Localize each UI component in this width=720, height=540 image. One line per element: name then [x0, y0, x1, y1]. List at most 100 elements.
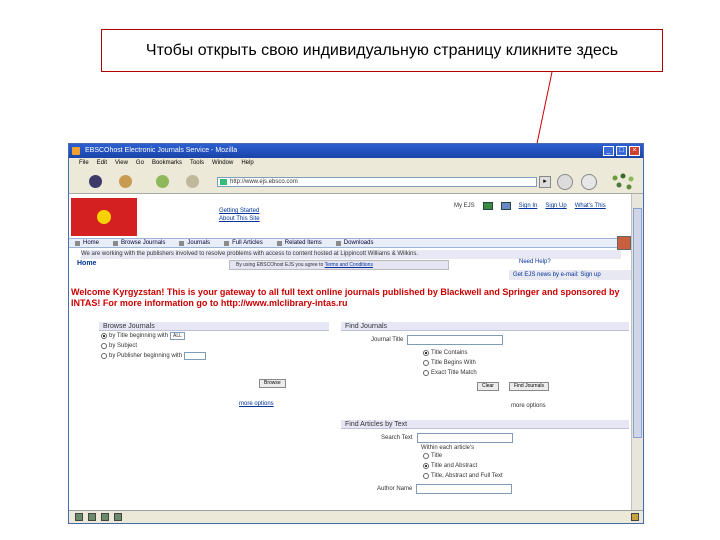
about-site-link[interactable]: About This Site	[219, 215, 260, 223]
chat-icon[interactable]	[101, 513, 109, 521]
browse-by-subject-label: by Subject	[109, 343, 138, 349]
my-ejs-label: My EJS	[454, 203, 475, 209]
getting-started-link[interactable]: Getting Started	[219, 207, 260, 215]
clear-button[interactable]: Clear	[477, 382, 499, 391]
within-fulltext-label: Title, Abstract and Full Text	[431, 473, 503, 479]
tab-journals[interactable]: Journals	[179, 239, 210, 247]
title-begins-label: Title Begins With	[431, 360, 476, 366]
back-icon[interactable]	[89, 175, 102, 188]
journal-title-row: Journal Title	[341, 335, 629, 345]
menu-tools[interactable]: Tools	[190, 158, 204, 168]
browse-by-subject-radio[interactable]	[101, 343, 107, 349]
tab-home[interactable]: Home	[75, 239, 99, 247]
author-row: Author Name	[341, 484, 629, 494]
browse-journals-panel: Browse Journals by Title beginning with …	[99, 322, 329, 462]
search-icon[interactable]	[557, 174, 573, 190]
within-fulltext-radio[interactable]	[423, 473, 429, 479]
ejs-folder-icon	[482, 202, 493, 210]
menu-help[interactable]: Help	[241, 158, 253, 168]
within-title-row: Title	[421, 451, 629, 461]
app-icon	[72, 147, 80, 155]
within-abstract-radio[interactable]	[423, 463, 429, 469]
browse-button[interactable]: Browse	[259, 379, 286, 388]
ejs-user-icon	[500, 202, 511, 210]
browse-row-title: by Title beginning with ALL	[99, 331, 329, 341]
throbber-icon	[612, 173, 634, 190]
address-book-icon[interactable]	[114, 513, 122, 521]
welcome-message: Welcome Kyrgyzstan! This is your gateway…	[71, 287, 620, 308]
menu-view[interactable]: View	[115, 158, 128, 168]
browse-more-row: more options	[99, 392, 329, 410]
page-icon	[220, 179, 227, 185]
window-controls: _ □ ×	[603, 146, 640, 156]
exact-title-row: Exact Title Match	[421, 368, 629, 378]
browse-by-publisher-radio[interactable]	[101, 353, 107, 359]
minimize-button[interactable]: _	[603, 146, 614, 156]
title-contains-row: Title Contains	[421, 348, 629, 358]
navigation-toolbar: http://www.ejs.ebsco.com ▸	[69, 168, 643, 194]
home-heading: Home	[77, 260, 97, 267]
menu-window[interactable]: Window	[212, 158, 233, 168]
find-articles-panel: Find Articles by Text Search Text Within…	[341, 420, 629, 494]
menu-file[interactable]: File	[79, 158, 89, 168]
find-journals-more-row: more options	[341, 394, 629, 412]
menu-edit[interactable]: Edit	[97, 158, 107, 168]
instruction-callout: Чтобы открыть свою индивидуальную страни…	[101, 29, 663, 72]
author-input[interactable]	[416, 484, 513, 494]
find-journals-actions: Clear Find Journals	[341, 382, 629, 391]
reload-icon[interactable]	[156, 175, 169, 188]
help-icon[interactable]	[617, 236, 631, 250]
need-help-link[interactable]: Need Help?	[519, 259, 551, 265]
find-journals-more-options-link[interactable]: more options	[511, 403, 546, 409]
web-page: Getting Started About This Site My EJS S…	[69, 194, 633, 512]
search-text-row: Search Text	[341, 433, 629, 443]
search-text-input[interactable]	[416, 433, 513, 443]
menu-bookmarks[interactable]: Bookmarks	[152, 158, 182, 168]
stop-icon[interactable]	[186, 175, 199, 188]
menu-go[interactable]: Go	[136, 158, 144, 168]
within-abstract-row: Title and Abstract	[421, 461, 629, 471]
search-within-options: Within each article's Title Title and Ab…	[341, 445, 629, 481]
maximize-button[interactable]: □	[616, 146, 627, 156]
go-button[interactable]: ▸	[539, 176, 551, 188]
notice-bar: We are working with the publishers invol…	[81, 250, 621, 259]
whats-this-link[interactable]: What's This	[575, 203, 606, 209]
forward-icon[interactable]	[119, 175, 132, 188]
journal-title-input[interactable]	[407, 335, 504, 345]
ejs-mail-link[interactable]: Get EJS news by e-mail: Sign up	[509, 270, 633, 280]
menu-bar: File Edit View Go Bookmarks Tools Window…	[69, 158, 643, 168]
sign-up-link[interactable]: Sign Up	[545, 203, 566, 209]
info-links: Getting Started About This Site	[219, 207, 260, 223]
composer-icon[interactable]	[88, 513, 96, 521]
address-bar[interactable]: http://www.ejs.ebsco.com	[217, 177, 537, 187]
window-title: EBSCOhost Electronic Journals Service - …	[85, 147, 238, 154]
tab-downloads[interactable]: Downloads	[335, 239, 373, 247]
callout-text: Чтобы открыть свою индивидуальную страни…	[145, 41, 619, 59]
print-icon[interactable]	[581, 174, 597, 190]
browse-header: Browse Journals	[99, 322, 329, 331]
title-letter-select[interactable]: ALL	[170, 332, 185, 340]
tab-related-items[interactable]: Related Items	[276, 239, 322, 247]
within-title-radio[interactable]	[423, 453, 429, 459]
close-button[interactable]: ×	[629, 146, 640, 156]
tab-browse-journals[interactable]: Browse Journals	[113, 239, 165, 247]
security-icon	[631, 513, 639, 521]
browse-by-title-radio[interactable]	[101, 333, 107, 339]
find-journals-header: Find Journals	[341, 322, 629, 331]
browse-more-options-link[interactable]: more options	[239, 401, 274, 407]
vertical-scrollbar[interactable]	[631, 194, 643, 512]
tab-full-articles[interactable]: Full Articles	[224, 239, 263, 247]
terms-link[interactable]: Terms and Conditions	[325, 262, 373, 268]
browse-by-publisher-label: by Publisher beginning with	[109, 353, 183, 359]
exact-title-radio[interactable]	[423, 370, 429, 376]
title-contains-radio[interactable]	[423, 350, 429, 356]
status-icons	[75, 513, 122, 521]
title-begins-radio[interactable]	[423, 360, 429, 366]
journal-title-label: Journal Title	[371, 337, 404, 343]
within-abstract-label: Title and Abstract	[431, 463, 478, 469]
publisher-letter-select[interactable]	[184, 352, 207, 360]
sign-in-link[interactable]: Sign In	[519, 203, 538, 209]
mail-icon[interactable]	[75, 513, 83, 521]
journal-match-options: Title Contains Title Begins With Exact T…	[341, 348, 629, 378]
find-journals-button[interactable]: Find Journals	[508, 382, 549, 391]
